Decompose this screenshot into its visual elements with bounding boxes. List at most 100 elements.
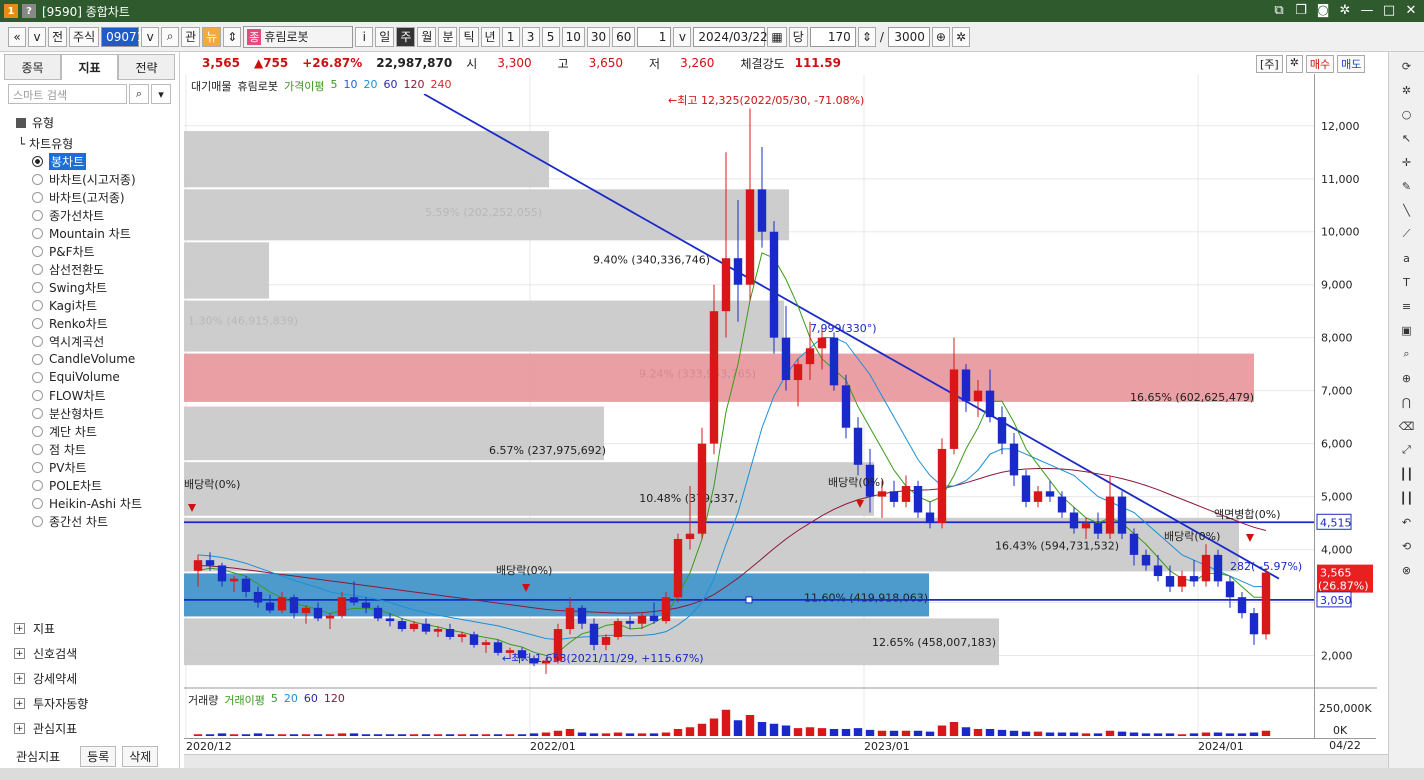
chart-type-option[interactable]: 봉차트 bbox=[32, 152, 179, 170]
nav-down-button[interactable]: v bbox=[28, 26, 46, 47]
bars2-icon[interactable]: ┃┃ bbox=[1397, 488, 1417, 508]
sell-button[interactable]: 매도 bbox=[1337, 55, 1366, 73]
tree-strength[interactable]: + 강세약세 bbox=[14, 670, 77, 687]
interval-5[interactable]: 5 bbox=[541, 26, 560, 47]
dropdown-icon[interactable]: ▾ bbox=[151, 84, 171, 104]
bars-input[interactable]: 170 bbox=[809, 26, 856, 47]
chart-type-option[interactable]: Heikin-Ashi 차트 bbox=[32, 494, 179, 512]
gear-icon[interactable]: ✲ bbox=[1338, 3, 1352, 18]
close-icon[interactable]: ✕ bbox=[1404, 3, 1418, 18]
chart-type-option[interactable]: 역시계곡선 bbox=[32, 332, 179, 350]
max-bars-input[interactable]: 3000 bbox=[887, 26, 930, 47]
chart-type-option[interactable]: 삼선전환도 bbox=[32, 260, 179, 278]
magnet-icon[interactable]: ⋂ bbox=[1397, 392, 1417, 412]
interval-3[interactable]: 3 bbox=[521, 26, 540, 47]
stretch-icon[interactable]: ⤢ bbox=[1397, 440, 1417, 460]
calendar-icon[interactable]: ▦ bbox=[767, 26, 787, 47]
interval-10[interactable]: 10 bbox=[561, 26, 585, 47]
chart-type-header[interactable]: └ 차트유형 bbox=[18, 135, 179, 152]
tree-investor[interactable]: + 투자자동향 bbox=[14, 695, 88, 712]
tab-indicators[interactable]: 지표 bbox=[61, 54, 118, 80]
line-icon[interactable]: ╲ bbox=[1397, 200, 1417, 220]
new-button[interactable]: 뉴 bbox=[202, 26, 222, 47]
settings-gear-icon[interactable]: ✲ bbox=[951, 26, 971, 47]
prev-button[interactable]: 전 bbox=[48, 26, 68, 47]
chart-type-option[interactable]: 분산형차트 bbox=[32, 404, 179, 422]
delete-icon[interactable]: ⊗ bbox=[1397, 560, 1417, 580]
period-day[interactable]: 일 bbox=[375, 26, 395, 47]
zoom-icon[interactable]: ⌕ bbox=[1397, 344, 1417, 364]
tab-strategy[interactable]: 전략 bbox=[118, 54, 175, 80]
crosshair-icon[interactable]: ✛ bbox=[1397, 152, 1417, 172]
chart-type-option[interactable]: 종가선차트 bbox=[32, 206, 179, 224]
trend-line-icon[interactable]: ⟋ bbox=[1397, 224, 1417, 244]
chart-type-option[interactable]: P&F차트 bbox=[32, 242, 179, 260]
refresh-icon[interactable]: ⟳ bbox=[1397, 56, 1417, 76]
zoom-search-icon[interactable]: ⊕ bbox=[931, 26, 950, 47]
fav-delete-button[interactable]: 삭제 bbox=[122, 745, 159, 767]
period-week[interactable]: 주 bbox=[396, 26, 416, 47]
interval-60[interactable]: 60 bbox=[612, 26, 636, 47]
y-axis[interactable]: 12,000 11,000 10,000 9,000 8,000 7,000 6,000 5,… bbox=[1314, 74, 1377, 738]
chart-type-option[interactable]: Kagi차트 bbox=[32, 296, 179, 314]
interval-1[interactable]: 1 bbox=[501, 26, 520, 47]
dang-button[interactable]: 당 bbox=[788, 26, 808, 47]
tree-fav-indicator[interactable]: + 관심지표 bbox=[14, 720, 77, 737]
chart-type-option[interactable]: FLOW차트 bbox=[32, 386, 179, 404]
weekly-badge[interactable]: [주] bbox=[1256, 55, 1283, 73]
chart-type-option[interactable]: 종간선 차트 bbox=[32, 512, 179, 530]
chart-type-option[interactable]: 바차트(시고저종) bbox=[32, 170, 179, 188]
text-icon[interactable]: T bbox=[1397, 272, 1417, 292]
minimize-icon[interactable]: — bbox=[1360, 3, 1374, 18]
chart-type-option[interactable]: Mountain 차트 bbox=[32, 224, 179, 242]
bars-icon[interactable]: ┃┃ bbox=[1397, 464, 1417, 484]
market-select[interactable]: 주식 bbox=[69, 26, 100, 47]
date-input[interactable]: 2024/03/22 bbox=[693, 26, 768, 47]
camera-icon[interactable]: ◙ bbox=[1316, 3, 1330, 18]
stock-code-input[interactable]: 090710 bbox=[101, 26, 152, 47]
tree-indicator[interactable]: + 지표 bbox=[14, 620, 55, 637]
copy-icon[interactable]: ❐ bbox=[1294, 3, 1308, 18]
chart-type-option[interactable]: POLE차트 bbox=[32, 476, 179, 494]
tab-stocks[interactable]: 종목 bbox=[4, 54, 61, 80]
interval-30[interactable]: 30 bbox=[586, 26, 611, 47]
settings-icon[interactable]: ✲ bbox=[1397, 80, 1417, 100]
count-input[interactable]: 1 bbox=[637, 26, 672, 47]
help-badge[interactable]: ? bbox=[22, 4, 36, 18]
chart-gear-icon[interactable]: ✲ bbox=[1285, 55, 1303, 73]
code-dropdown[interactable]: v bbox=[141, 26, 160, 47]
undo-icon[interactable]: ↶ bbox=[1397, 512, 1417, 532]
buy-button[interactable]: 매수 bbox=[1305, 55, 1335, 73]
period-year[interactable]: 년 bbox=[480, 26, 500, 47]
eraser-icon[interactable]: ⌫ bbox=[1397, 416, 1417, 436]
count-dropdown[interactable]: v bbox=[673, 26, 692, 47]
chart-type-option[interactable]: 점 차트 bbox=[32, 440, 179, 458]
circle-icon[interactable]: ○ bbox=[1397, 104, 1417, 124]
bars-spin[interactable]: ⇕ bbox=[857, 26, 876, 47]
kwan-button[interactable]: 관 bbox=[181, 26, 201, 47]
nav-left-button[interactable]: « bbox=[8, 26, 26, 47]
info-button[interactable]: i bbox=[355, 26, 374, 47]
period-month[interactable]: 월 bbox=[417, 26, 437, 47]
chart-type-option[interactable]: 바차트(고저종) bbox=[32, 188, 179, 206]
cursor-icon[interactable]: ↖ bbox=[1397, 128, 1417, 148]
chart-type-option[interactable]: Renko차트 bbox=[32, 314, 179, 332]
spin-updown-icon[interactable]: ⇕ bbox=[223, 26, 242, 47]
fav-add-button[interactable]: 등록 bbox=[80, 745, 117, 767]
pen-icon[interactable]: ✎ bbox=[1397, 176, 1417, 196]
type-group[interactable]: 유형 bbox=[16, 114, 179, 131]
maximize-icon[interactable]: □ bbox=[1382, 3, 1396, 18]
auto-icon[interactable]: a bbox=[1397, 248, 1417, 268]
search-icon[interactable]: ⌕ bbox=[129, 84, 149, 104]
chart-area[interactable]: 5.59% (202,252,055)9.40% (340,336,746)1.… bbox=[184, 74, 1314, 738]
box-icon[interactable]: ▣ bbox=[1397, 320, 1417, 340]
chart-type-option[interactable]: 계단 차트 bbox=[32, 422, 179, 440]
price-chart-svg[interactable]: 5.59% (202,252,055)9.40% (340,336,746)1.… bbox=[184, 74, 1314, 738]
tree-signal-search[interactable]: + 신호검색 bbox=[14, 645, 77, 662]
link-icon[interactable]: ⧉ bbox=[1272, 3, 1286, 18]
period-minute[interactable]: 분 bbox=[438, 26, 458, 47]
smart-search-input[interactable]: 스마트 검색 bbox=[8, 84, 127, 104]
reset-icon[interactable]: ⟲ bbox=[1397, 536, 1417, 556]
search-icon[interactable]: ⌕ bbox=[161, 26, 180, 47]
period-tick[interactable]: 틱 bbox=[459, 26, 479, 47]
